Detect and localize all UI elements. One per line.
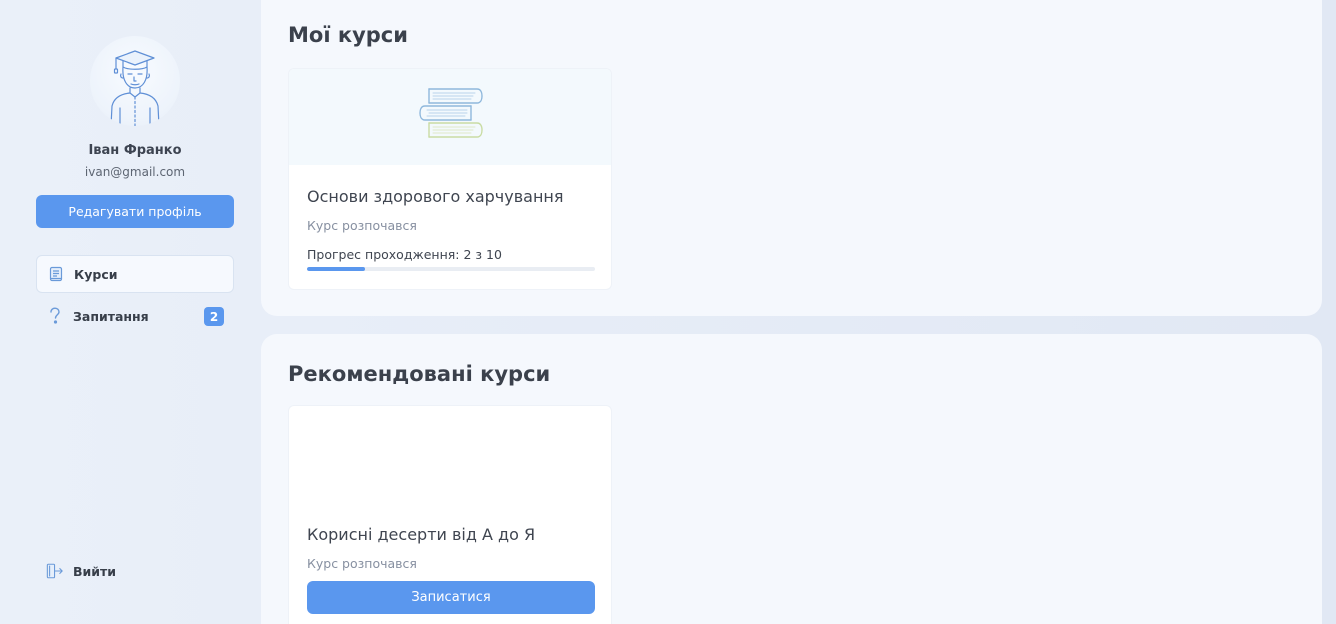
course-progress-bar [307, 267, 595, 271]
user-email: ivan@gmail.com [84, 165, 186, 179]
my-courses-panel: Мої курси Основи здорового харчування Ку… [261, 0, 1322, 316]
course-progress-label: Прогрес проходження: 2 з 10 [307, 247, 502, 262]
logout-icon [46, 562, 64, 580]
course-title: Основи здорового харчування [307, 187, 564, 206]
page: Іван Франко ivan@gmail.com Редагувати пр… [0, 0, 1336, 624]
sidebar-item-courses[interactable]: Курси [36, 255, 234, 293]
course-status: Курс розпочався [307, 556, 417, 571]
user-name: Іван Франко [88, 143, 182, 158]
sidebar-item-label: Курси [74, 266, 118, 282]
edit-profile-button[interactable]: Редагувати профіль [36, 195, 234, 228]
question-icon [46, 307, 64, 325]
my-courses-title: Мої курси [288, 23, 408, 47]
course-status: Курс розпочався [307, 218, 417, 233]
logout-button[interactable]: Вийти [36, 552, 234, 590]
course-title: Корисні десерти від А до Я [307, 525, 536, 544]
course-cover [289, 69, 611, 165]
course-progress-fill [307, 267, 365, 271]
enroll-button[interactable]: Записатися [307, 581, 595, 614]
course-card[interactable]: Основи здорового харчування Курс розпоча… [288, 68, 612, 290]
recommended-course-card[interactable]: Корисні десерти від А до Я Курс розпочав… [288, 405, 612, 624]
questions-count-badge: 2 [204, 307, 224, 326]
sidebar-item-label: Запитання [73, 308, 149, 324]
sidebar: Іван Франко ivan@gmail.com Редагувати пр… [0, 0, 262, 624]
sidebar-item-questions[interactable]: Запитання 2 [36, 297, 234, 335]
recommended-courses-title: Рекомендовані курси [288, 362, 551, 386]
book-icon [47, 265, 65, 283]
graduate-avatar-icon [90, 36, 180, 126]
books-stack-icon [415, 85, 487, 149]
recommended-courses-panel: Рекомендовані курси Корисні десерти від … [261, 334, 1322, 624]
logout-label: Вийти [73, 563, 117, 579]
